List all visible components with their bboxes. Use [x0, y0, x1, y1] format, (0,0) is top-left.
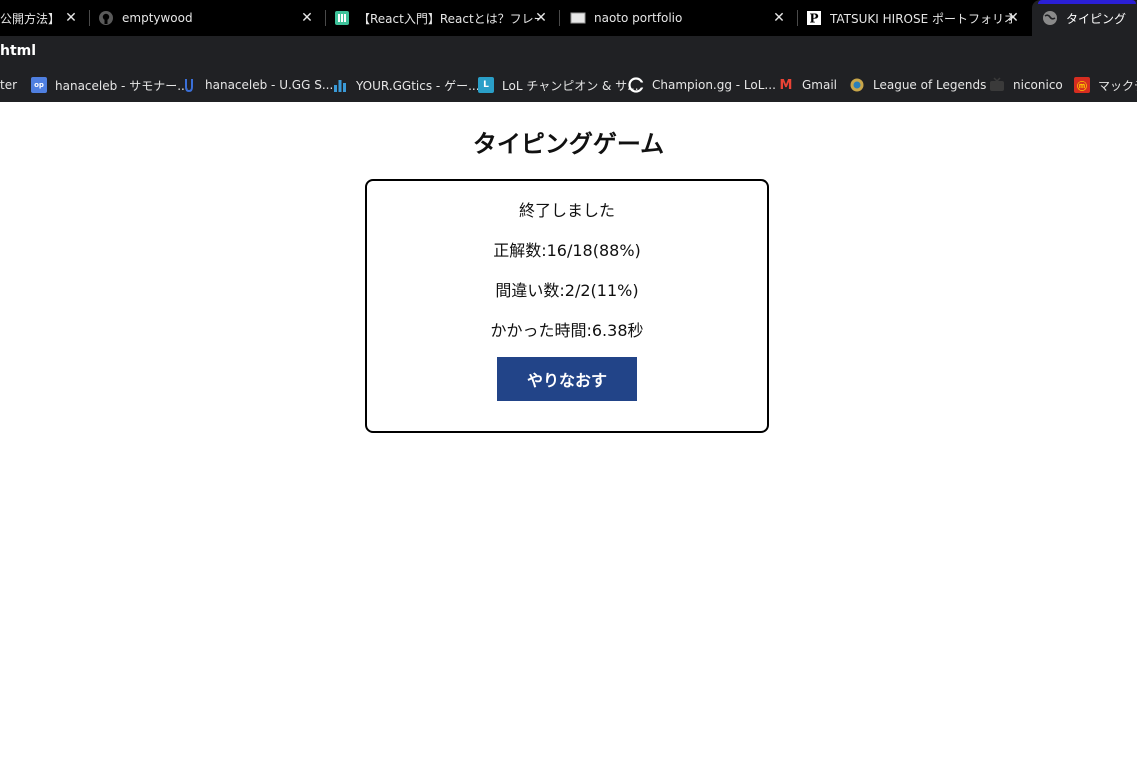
finished-message: 終了しました	[518, 201, 615, 220]
tab-naoto-portfolio[interactable]: naoto portfolio ✕	[560, 0, 796, 36]
retry-button[interactable]: やりなおす	[497, 357, 637, 401]
close-icon[interactable]: ✕	[532, 9, 550, 27]
bookmark-label: hanaceleb - サモナー...	[55, 78, 189, 93]
bookmark-lol-champion[interactable]: L LoL チャンピオン & サ...	[478, 68, 639, 102]
github-icon	[98, 10, 114, 26]
mcdonalds-icon: ⓜ	[1074, 77, 1090, 93]
address-bar[interactable]: html	[0, 36, 1137, 68]
bookmark-mcdelivery[interactable]: ⓜ マックデリ	[1074, 68, 1137, 102]
letter-l-icon: L	[478, 77, 494, 93]
tab-title: タイピング	[1066, 11, 1127, 26]
tab-tatsuki-hirose[interactable]: P TATSUKI HIROSE ポートフォリオ ✕	[798, 0, 1030, 36]
bookmark-label: マックデリ	[1098, 78, 1137, 93]
active-tab-accent	[1038, 0, 1136, 4]
bookmark-label: hanaceleb - U.GG S...	[205, 78, 334, 92]
tab-react-intro[interactable]: 【React入門】Reactとは？フレームワ ✕	[326, 0, 558, 36]
close-icon[interactable]: ✕	[62, 9, 80, 27]
letter-p-icon: P	[806, 10, 822, 26]
notebook-icon	[334, 10, 350, 26]
bookmark-label: ter	[0, 78, 18, 92]
tab-publish-method[interactable]: 【公開方法】 ✕	[0, 0, 88, 36]
bookmark-championgg[interactable]: Champion.gg - LoL...	[628, 68, 776, 102]
championgg-icon	[628, 77, 644, 93]
tab-title: 【公開方法】	[0, 11, 60, 26]
bookmark-yourgg[interactable]: YOUR.GGtics - ゲー...	[332, 68, 480, 102]
close-icon[interactable]: ✕	[298, 9, 316, 27]
tab-typing-active[interactable]: タイピング	[1032, 0, 1137, 36]
close-icon[interactable]: ✕	[770, 9, 788, 27]
close-icon[interactable]: ✕	[1004, 9, 1022, 27]
tab-title: emptywood	[122, 11, 193, 25]
bookmark-hanaceleb-summoner[interactable]: op hanaceleb - サモナー...	[31, 68, 189, 102]
bookmark-label: YOUR.GGtics - ゲー...	[356, 78, 480, 93]
bookmark-label: niconico	[1013, 78, 1063, 92]
image-placeholder-icon	[570, 10, 586, 26]
bookmark-league-of-legends[interactable]: League of Legends	[849, 68, 986, 102]
tv-icon	[989, 77, 1005, 93]
globe-icon	[1042, 10, 1058, 26]
gmail-icon: M	[779, 77, 793, 93]
bookmark-label: Champion.gg - LoL...	[652, 78, 776, 92]
bookmark-label: Gmail	[802, 78, 838, 92]
url-text[interactable]: html	[0, 43, 36, 59]
page-title: タイピングゲーム	[472, 130, 665, 158]
result-panel: 終了しました 正解数:16/18(88%) 間違い数:2/2(11%) かかった…	[365, 179, 769, 433]
page-content: タイピングゲーム 終了しました 正解数:16/18(88%) 間違い数:2/2(…	[0, 102, 1137, 771]
bookmark-niconico[interactable]: niconico	[989, 68, 1063, 102]
tab-title: naoto portfolio	[594, 11, 683, 25]
bookmark-label: League of Legends	[873, 78, 987, 92]
bookmark-hanaceleb-ugg[interactable]: hanaceleb - U.GG S...	[181, 68, 333, 102]
bar-chart-icon	[332, 77, 348, 93]
bookmark-gmail[interactable]: M Gmail	[778, 68, 837, 102]
tab-emptywood[interactable]: emptywood ✕	[90, 0, 324, 36]
bookmark-label: LoL チャンピオン & サ...	[502, 78, 639, 93]
ugg-icon	[181, 77, 197, 93]
correct-count: 正解数:16/18(88%)	[493, 241, 641, 260]
browser-tab-bar: 【公開方法】 ✕ emptywood ✕ 【React入門】Reactとは？フレ…	[0, 0, 1137, 36]
elapsed-time: かかった時間:6.38秒	[490, 321, 644, 340]
mistake-count: 間違い数:2/2(11%)	[495, 281, 639, 300]
bookmark-ter[interactable]: ter	[0, 68, 17, 102]
lol-crest-icon	[849, 77, 865, 93]
opgg-icon: op	[31, 77, 47, 93]
tab-title: 【React入門】Reactとは？フレームワ	[358, 11, 540, 26]
svg-text:P: P	[809, 12, 818, 26]
bookmarks-bar: ter op hanaceleb - サモナー... hanaceleb - U…	[0, 68, 1137, 102]
tab-title: TATSUKI HIROSE ポートフォリオ	[830, 11, 1016, 26]
